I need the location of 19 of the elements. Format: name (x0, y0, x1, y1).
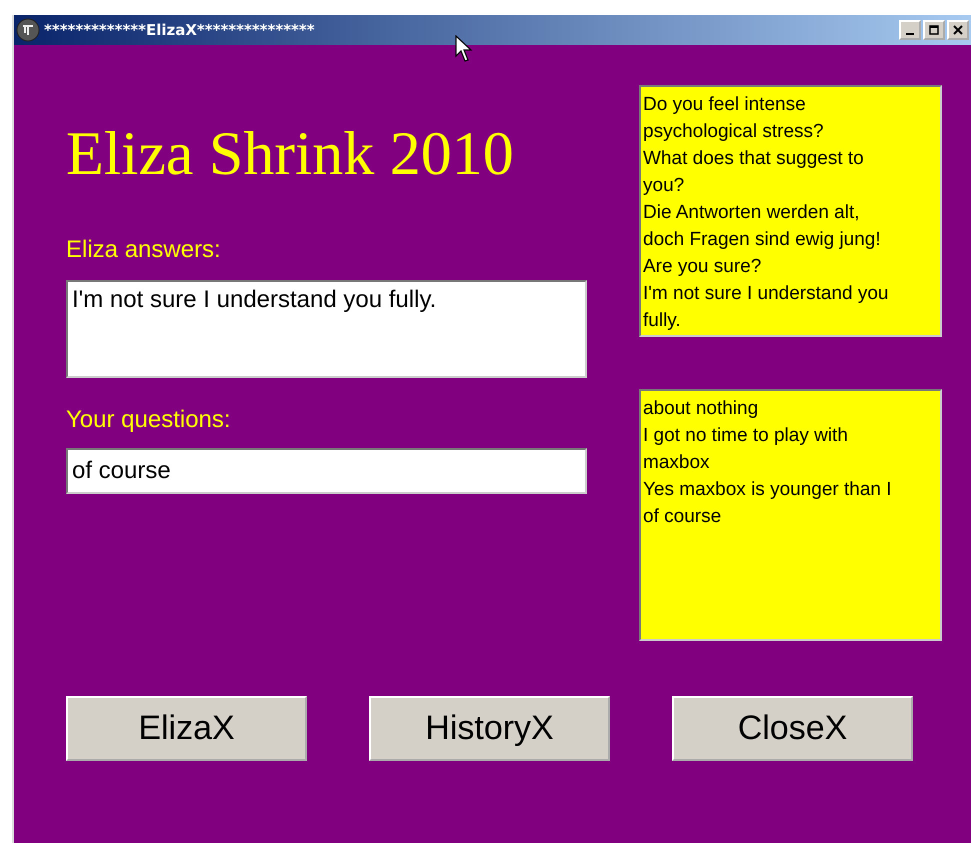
history-memo[interactable]: about nothing I got no time to play with maxbox Yes maxbox is younger than I of course (639, 389, 942, 641)
window-title: *************ElizaX*************** (44, 21, 315, 39)
question-label: Your questions: (66, 406, 232, 434)
app-heading: Eliza Shrink 2010 (66, 119, 515, 190)
question-field[interactable]: of course (66, 448, 587, 494)
answer-field[interactable]: I'm not sure I understand you fully. (66, 280, 587, 378)
app-icon (16, 18, 40, 42)
history-memo[interactable]: Do you feel intense psychological stress? What does that suggest to you? Die Antworten werden alt, doch Fragen sind ewig jung! Are you sure? I'm not sure I understand you fully. (639, 85, 942, 337)
minimize-icon (906, 33, 914, 35)
action-button[interactable]: ElizaX (66, 696, 307, 761)
maximize-button[interactable] (923, 20, 945, 40)
action-button[interactable]: CloseX (672, 696, 913, 761)
maximize-icon (929, 25, 939, 35)
close-icon (953, 25, 963, 35)
mouse-pointer-icon (455, 35, 473, 63)
action-button[interactable]: HistoryX (369, 696, 610, 761)
minimize-button[interactable] (899, 20, 921, 40)
close-button[interactable] (947, 20, 969, 40)
answer-label: Eliza answers: (66, 236, 222, 264)
